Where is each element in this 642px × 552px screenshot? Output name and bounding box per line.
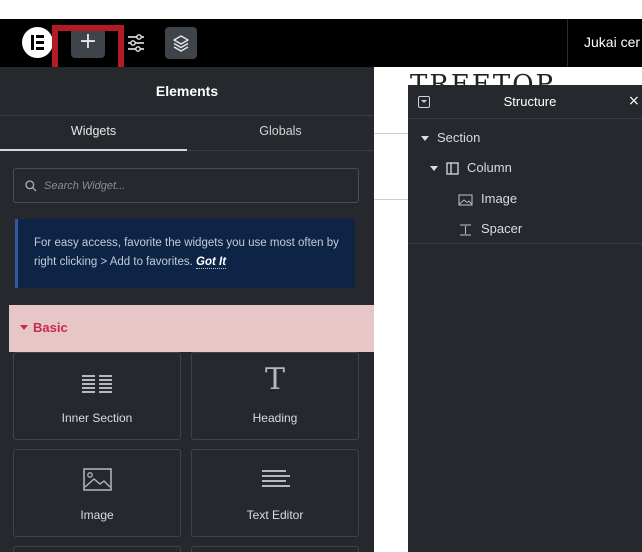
elementor-logo-icon[interactable] [22,27,53,58]
tree-item-label: Column [467,160,512,175]
widget-text-editor[interactable]: Text Editor [191,449,359,537]
elements-panel: Elements Widgets Globals For easy access… [0,67,374,552]
tree-item-label: Section [437,130,481,145]
tab-widgets[interactable]: Widgets [0,124,187,138]
widget-heading[interactable]: T Heading [191,352,359,440]
settings-sliders-icon [128,34,144,52]
site-settings-button[interactable] [124,30,148,56]
site-title[interactable]: Jukai cer [584,34,640,50]
widget-label: Text Editor [246,508,304,522]
widget-partial[interactable] [191,546,359,552]
toolbar-divider [567,19,568,67]
widget-label: Inner Section [61,411,133,425]
caret-down-icon [430,166,438,172]
image-icon [458,194,473,206]
heading-icon: T [264,362,285,397]
widget-label: Heading [252,411,298,425]
structure-panel: Structure × Section Column Image Spacer [408,85,642,552]
canvas-divider [374,199,408,200]
column-icon [446,162,459,175]
notice-message: For easy access, favorite the widgets yo… [34,237,339,268]
panel-divider [0,115,374,116]
caret-down-icon [20,325,28,330]
tree-item-spacer[interactable]: Spacer [458,221,522,236]
panel-header: Elements [0,67,374,115]
text-editor-icon [262,470,290,487]
structure-button[interactable] [165,27,197,59]
favorites-notice: For easy access, favorite the widgets yo… [15,219,355,288]
active-tab-indicator [0,149,187,151]
editor-toolbar: + Jukai cer [0,19,642,97]
search-icon [25,180,37,192]
tab-globals[interactable]: Globals [187,124,374,138]
structure-title: Structure [503,94,557,109]
tree-item-label: Image [481,191,518,206]
tab-divider [187,150,374,151]
tree-item-image[interactable]: Image [458,191,517,206]
widget-inner-section[interactable]: Inner Section [13,352,181,440]
got-it-link[interactable]: Got It [196,256,227,269]
widget-image[interactable]: Image [13,449,181,537]
spacer-icon [460,224,471,236]
widget-label: Image [80,508,114,522]
inner-section-icon [82,375,112,393]
tree-item-column[interactable]: Column [430,160,512,175]
category-label: Basic [33,320,68,335]
search-input[interactable] [44,169,344,202]
image-icon [83,468,112,491]
tree-divider [408,243,642,244]
canvas-heading: TREETOP [410,70,556,85]
canvas-divider [374,133,408,134]
tree-item-section[interactable]: Section [421,130,480,145]
search-box [13,168,359,203]
category-basic[interactable]: Basic [9,305,374,352]
close-icon[interactable]: × [628,93,640,109]
tree-item-label: Spacer [481,221,523,236]
top-strip [0,0,642,19]
caret-down-icon [421,136,429,142]
widget-partial[interactable] [13,546,181,552]
structure-header: Structure × [408,85,642,119]
panel-title: Elements [155,83,219,99]
notice-text: For easy access, favorite the widgets yo… [34,234,352,272]
layers-icon [173,35,189,52]
